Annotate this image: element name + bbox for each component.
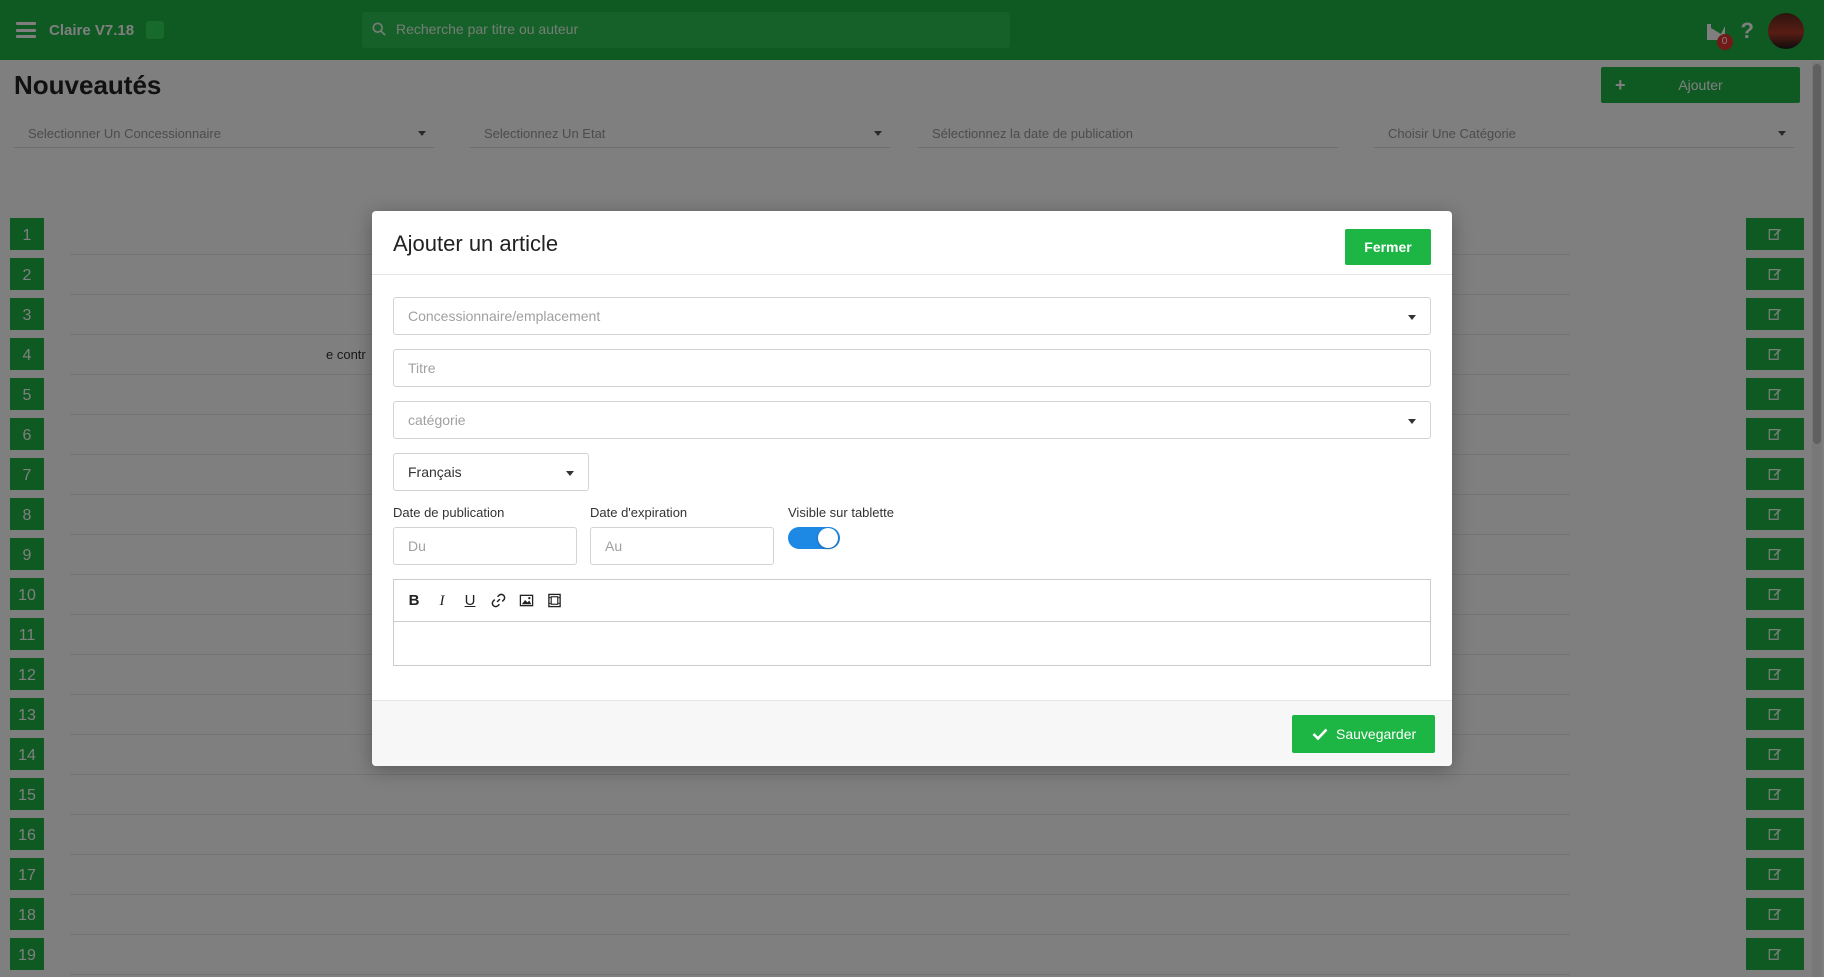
add-article-modal: Ajouter un article Fermer Concessionnair…: [372, 211, 1452, 766]
publication-date-placeholder: Du: [408, 538, 426, 554]
link-icon[interactable]: [488, 591, 508, 611]
category-select-placeholder: catégorie: [408, 412, 466, 428]
tablet-visible-label: Visible sur tablette: [788, 505, 894, 520]
publication-date-input[interactable]: Du: [393, 527, 577, 565]
category-select[interactable]: catégorie: [393, 401, 1431, 439]
expiration-date-placeholder: Au: [605, 538, 623, 554]
chevron-down-icon: [1408, 315, 1416, 320]
publication-date-label: Date de publication: [393, 505, 505, 520]
language-select-value: Français: [408, 464, 462, 480]
toggle-knob: [818, 528, 838, 548]
modal-footer: Sauvegarder: [372, 700, 1452, 766]
chevron-down-icon: [1408, 419, 1416, 424]
expiration-date-input[interactable]: Au: [590, 527, 774, 565]
save-button-label: Sauvegarder: [1336, 726, 1417, 742]
video-icon[interactable]: [544, 591, 564, 611]
close-button[interactable]: Fermer: [1345, 229, 1431, 265]
dealer-select[interactable]: Concessionnaire/emplacement: [393, 297, 1431, 335]
title-input-placeholder: Titre: [408, 360, 436, 376]
tablet-visible-toggle[interactable]: [788, 527, 840, 549]
editor-toolbar: B I U: [394, 580, 1430, 622]
underline-button[interactable]: U: [460, 591, 480, 611]
check-icon: [1312, 728, 1328, 741]
title-input[interactable]: Titre: [393, 349, 1431, 387]
bold-button[interactable]: B: [404, 591, 424, 611]
italic-button[interactable]: I: [432, 591, 452, 611]
rich-text-editor: B I U: [393, 579, 1431, 666]
language-select[interactable]: Français: [393, 453, 589, 491]
modal-title: Ajouter un article: [393, 231, 559, 256]
dealer-select-placeholder: Concessionnaire/emplacement: [408, 308, 601, 324]
expiration-date-label: Date d'expiration: [590, 505, 688, 520]
chevron-down-icon: [566, 471, 574, 476]
image-icon[interactable]: [516, 591, 536, 611]
modal-header: Ajouter un article Fermer: [372, 211, 1452, 275]
save-button[interactable]: Sauvegarder: [1292, 715, 1435, 753]
